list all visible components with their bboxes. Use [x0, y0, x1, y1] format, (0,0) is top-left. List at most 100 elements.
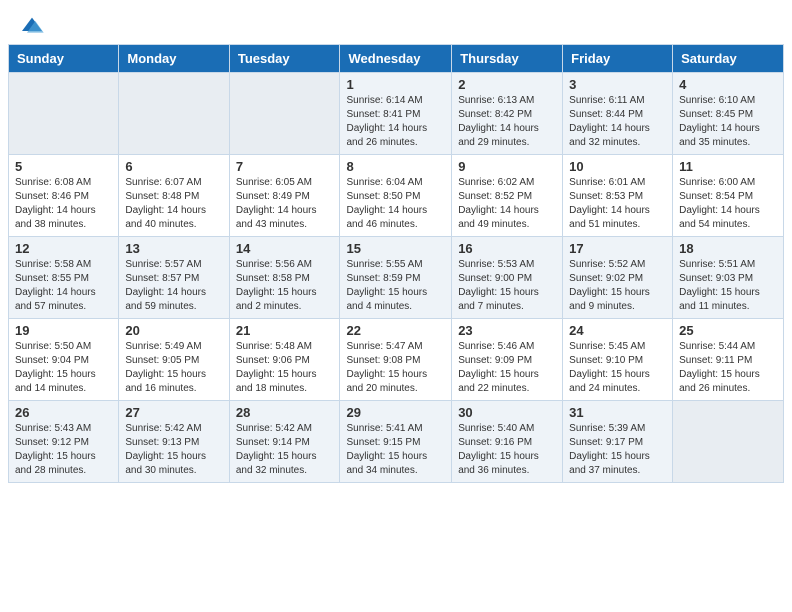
- day-number: 1: [346, 77, 445, 92]
- day-info: Sunrise: 5:47 AM Sunset: 9:08 PM Dayligh…: [346, 340, 445, 396]
- calendar-table: SundayMondayTuesdayWednesdayThursdayFrid…: [8, 44, 784, 483]
- logo: [20, 16, 48, 36]
- day-header-friday: Friday: [563, 45, 673, 73]
- calendar-wrapper: SundayMondayTuesdayWednesdayThursdayFrid…: [0, 44, 792, 491]
- calendar-week-row: 19 Sunrise: 5:50 AM Sunset: 9:04 PM Dayli…: [9, 319, 784, 401]
- day-number: 4: [679, 77, 777, 92]
- day-info: Sunrise: 5:55 AM Sunset: 8:59 PM Dayligh…: [346, 258, 445, 314]
- calendar-cell: 6Sunrise: 6:07 AM Sunset: 8:48 PM Daylig…: [119, 155, 229, 237]
- day-info: Sunrise: 5:45 AM Sunset: 9:10 PM Dayligh…: [569, 340, 666, 396]
- calendar-cell: 12 Sunrise: 5:58 AM Sunset: 8:55 PM Dayli…: [9, 237, 119, 319]
- day-header-sunday: Sunday: [9, 45, 119, 73]
- day-info: Sunrise: 6:02 AM Sunset: 8:52 PM Dayligh…: [458, 176, 556, 232]
- day-header-wednesday: Wednesday: [340, 45, 452, 73]
- calendar-cell: 27 Sunrise: 5:42 AM Sunset: 9:13 PM Dayli…: [119, 401, 229, 483]
- calendar-cell: 4 Sunrise: 6:10 AM Sunset: 8:45 PM Daylig…: [673, 73, 784, 155]
- calendar-cell: 5 Sunrise: 6:08 AM Sunset: 8:46 PM Daylig…: [9, 155, 119, 237]
- calendar-cell: 8Sunrise: 6:04 AM Sunset: 8:50 PM Daylig…: [340, 155, 452, 237]
- day-info: Sunrise: 6:04 AM Sunset: 8:50 PM Dayligh…: [346, 176, 445, 232]
- day-info: Sunrise: 5:43 AM Sunset: 9:12 PM Dayligh…: [15, 422, 112, 478]
- day-number: 13: [125, 241, 222, 256]
- day-number: 22: [346, 323, 445, 338]
- calendar-header-row: SundayMondayTuesdayWednesdayThursdayFrid…: [9, 45, 784, 73]
- calendar-cell: 23 Sunrise: 5:46 AM Sunset: 9:09 PM Dayli…: [452, 319, 563, 401]
- day-info: Sunrise: 5:42 AM Sunset: 9:14 PM Dayligh…: [236, 422, 334, 478]
- day-info: Sunrise: 5:40 AM Sunset: 9:16 PM Dayligh…: [458, 422, 556, 478]
- day-info: Sunrise: 5:39 AM Sunset: 9:17 PM Dayligh…: [569, 422, 666, 478]
- day-info: Sunrise: 6:08 AM Sunset: 8:46 PM Dayligh…: [15, 176, 112, 232]
- day-info: Sunrise: 5:52 AM Sunset: 9:02 PM Dayligh…: [569, 258, 666, 314]
- calendar-cell: 7 Sunrise: 6:05 AM Sunset: 8:49 PM Daylig…: [229, 155, 340, 237]
- day-number: 11: [679, 159, 777, 174]
- day-number: 10: [569, 159, 666, 174]
- day-info: Sunrise: 5:50 AM Sunset: 9:04 PM Dayligh…: [15, 340, 112, 396]
- day-number: 3: [569, 77, 666, 92]
- day-info: Sunrise: 5:46 AM Sunset: 9:09 PM Dayligh…: [458, 340, 556, 396]
- calendar-week-row: 5 Sunrise: 6:08 AM Sunset: 8:46 PM Daylig…: [9, 155, 784, 237]
- calendar-cell: 22 Sunrise: 5:47 AM Sunset: 9:08 PM Dayli…: [340, 319, 452, 401]
- day-info: Sunrise: 5:53 AM Sunset: 9:00 PM Dayligh…: [458, 258, 556, 314]
- calendar-cell: 20Sunrise: 5:49 AM Sunset: 9:05 PM Dayli…: [119, 319, 229, 401]
- logo-icon: [20, 16, 44, 36]
- day-header-saturday: Saturday: [673, 45, 784, 73]
- calendar-cell: 26Sunrise: 5:43 AM Sunset: 9:12 PM Dayli…: [9, 401, 119, 483]
- day-number: 31: [569, 405, 666, 420]
- page-header: [0, 0, 792, 44]
- day-number: 17: [569, 241, 666, 256]
- day-number: 27: [125, 405, 222, 420]
- calendar-cell: [673, 401, 784, 483]
- calendar-cell: 25 Sunrise: 5:44 AM Sunset: 9:11 PM Dayli…: [673, 319, 784, 401]
- day-info: Sunrise: 6:01 AM Sunset: 8:53 PM Dayligh…: [569, 176, 666, 232]
- calendar-cell: 28 Sunrise: 5:42 AM Sunset: 9:14 PM Dayli…: [229, 401, 340, 483]
- calendar-week-row: 26Sunrise: 5:43 AM Sunset: 9:12 PM Dayli…: [9, 401, 784, 483]
- day-number: 12: [15, 241, 112, 256]
- day-number: 15: [346, 241, 445, 256]
- day-number: 23: [458, 323, 556, 338]
- day-info: Sunrise: 5:57 AM Sunset: 8:57 PM Dayligh…: [125, 258, 222, 314]
- calendar-cell: 21Sunrise: 5:48 AM Sunset: 9:06 PM Dayli…: [229, 319, 340, 401]
- day-number: 5: [15, 159, 112, 174]
- day-info: Sunrise: 5:44 AM Sunset: 9:11 PM Dayligh…: [679, 340, 777, 396]
- calendar-cell: 16 Sunrise: 5:53 AM Sunset: 9:00 PM Dayli…: [452, 237, 563, 319]
- calendar-cell: 29 Sunrise: 5:41 AM Sunset: 9:15 PM Dayli…: [340, 401, 452, 483]
- day-info: Sunrise: 5:51 AM Sunset: 9:03 PM Dayligh…: [679, 258, 777, 314]
- day-header-thursday: Thursday: [452, 45, 563, 73]
- calendar-week-row: 12 Sunrise: 5:58 AM Sunset: 8:55 PM Dayli…: [9, 237, 784, 319]
- calendar-cell: [119, 73, 229, 155]
- day-info: Sunrise: 5:58 AM Sunset: 8:55 PM Dayligh…: [15, 258, 112, 314]
- calendar-cell: 13 Sunrise: 5:57 AM Sunset: 8:57 PM Dayli…: [119, 237, 229, 319]
- day-info: Sunrise: 6:00 AM Sunset: 8:54 PM Dayligh…: [679, 176, 777, 232]
- day-number: 16: [458, 241, 556, 256]
- day-info: Sunrise: 6:14 AM Sunset: 8:41 PM Dayligh…: [346, 94, 445, 150]
- calendar-cell: 19 Sunrise: 5:50 AM Sunset: 9:04 PM Dayli…: [9, 319, 119, 401]
- day-number: 25: [679, 323, 777, 338]
- day-number: 2: [458, 77, 556, 92]
- day-info: Sunrise: 5:56 AM Sunset: 8:58 PM Dayligh…: [236, 258, 334, 314]
- calendar-cell: 18 Sunrise: 5:51 AM Sunset: 9:03 PM Dayli…: [673, 237, 784, 319]
- day-number: 6: [125, 159, 222, 174]
- day-number: 14: [236, 241, 334, 256]
- day-info: Sunrise: 5:41 AM Sunset: 9:15 PM Dayligh…: [346, 422, 445, 478]
- day-number: 29: [346, 405, 445, 420]
- day-info: Sunrise: 5:42 AM Sunset: 9:13 PM Dayligh…: [125, 422, 222, 478]
- calendar-cell: 10 Sunrise: 6:01 AM Sunset: 8:53 PM Dayli…: [563, 155, 673, 237]
- day-number: 19: [15, 323, 112, 338]
- day-number: 18: [679, 241, 777, 256]
- day-info: Sunrise: 6:10 AM Sunset: 8:45 PM Dayligh…: [679, 94, 777, 150]
- calendar-cell: 2Sunrise: 6:13 AM Sunset: 8:42 PM Daylig…: [452, 73, 563, 155]
- calendar-cell: 31 Sunrise: 5:39 AM Sunset: 9:17 PM Dayli…: [563, 401, 673, 483]
- day-number: 20: [125, 323, 222, 338]
- day-header-monday: Monday: [119, 45, 229, 73]
- calendar-cell: 1 Sunrise: 6:14 AM Sunset: 8:41 PM Daylig…: [340, 73, 452, 155]
- calendar-week-row: 1 Sunrise: 6:14 AM Sunset: 8:41 PM Daylig…: [9, 73, 784, 155]
- day-number: 7: [236, 159, 334, 174]
- day-number: 30: [458, 405, 556, 420]
- calendar-cell: [9, 73, 119, 155]
- calendar-cell: 9Sunrise: 6:02 AM Sunset: 8:52 PM Daylig…: [452, 155, 563, 237]
- day-info: Sunrise: 6:05 AM Sunset: 8:49 PM Dayligh…: [236, 176, 334, 232]
- calendar-cell: 30 Sunrise: 5:40 AM Sunset: 9:16 PM Dayli…: [452, 401, 563, 483]
- day-header-tuesday: Tuesday: [229, 45, 340, 73]
- day-info: Sunrise: 6:11 AM Sunset: 8:44 PM Dayligh…: [569, 94, 666, 150]
- day-number: 28: [236, 405, 334, 420]
- calendar-cell: 15 Sunrise: 5:55 AM Sunset: 8:59 PM Dayli…: [340, 237, 452, 319]
